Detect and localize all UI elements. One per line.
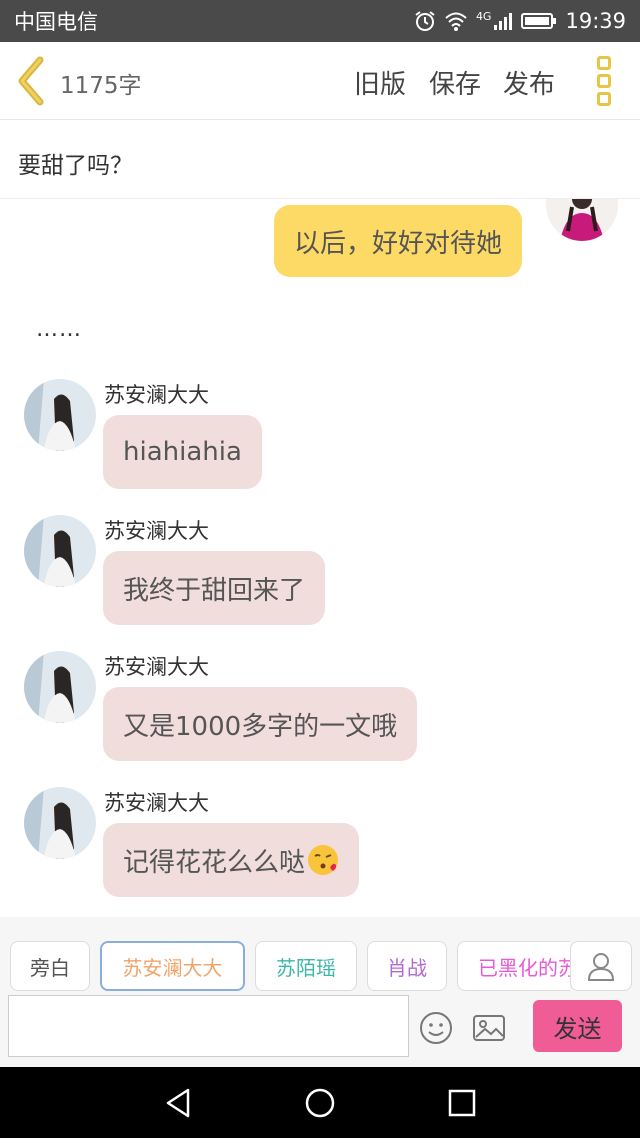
battery-icon bbox=[521, 13, 557, 29]
composer-panel: 旁白 苏安澜大大 苏陌瑶 肖战 已黑化的苏 发送 bbox=[0, 917, 640, 1067]
image-icon bbox=[473, 1015, 505, 1041]
role-tab-narrator[interactable]: 旁白 bbox=[10, 941, 90, 991]
chevron-left-icon bbox=[18, 56, 44, 106]
speaker-name: 苏安澜大大 bbox=[104, 791, 209, 815]
role-tab-label: 旁白 bbox=[30, 955, 70, 980]
message-text: 以后，好好对待她 bbox=[294, 228, 503, 259]
word-count: 1175字 bbox=[60, 73, 142, 99]
smiley-icon bbox=[420, 1012, 452, 1044]
message-text: 我终于甜回来了 bbox=[123, 575, 306, 606]
wifi-icon bbox=[445, 12, 467, 31]
alarm-icon bbox=[415, 11, 435, 31]
message-text: 又是1000多字的一文哦 bbox=[123, 711, 398, 742]
message-bubble[interactable]: 以后，好好对待她 bbox=[274, 205, 523, 277]
avatar[interactable] bbox=[24, 379, 96, 451]
send-button[interactable]: 发送 bbox=[533, 1000, 622, 1052]
home-circle-icon[interactable] bbox=[302, 1085, 338, 1121]
chat-area[interactable]: 以后，好好对待她 …… 苏安澜大大 hiahiahia 苏安澜大大 我终于甜回来… bbox=[0, 199, 640, 917]
menu-dot-icon bbox=[597, 56, 611, 70]
message-bubble[interactable]: hiahiahia bbox=[103, 415, 262, 489]
role-tab-label: 已黑化的苏 bbox=[478, 955, 570, 980]
avatar[interactable] bbox=[24, 787, 96, 859]
narration-text[interactable]: …… bbox=[36, 317, 82, 342]
editor-header: 1175字 旧版 保存 发布 bbox=[0, 42, 640, 120]
role-tab-label: 肖战 bbox=[387, 955, 427, 980]
menu-dot-icon bbox=[597, 92, 611, 106]
image-button[interactable] bbox=[472, 1011, 506, 1045]
emoji-button[interactable] bbox=[419, 1011, 453, 1045]
role-tab-su-moyao[interactable]: 苏陌瑶 bbox=[255, 941, 357, 991]
role-tab-corrupted-su[interactable]: 已黑化的苏 bbox=[457, 941, 570, 991]
back-triangle-icon[interactable] bbox=[160, 1085, 196, 1121]
message-input[interactable] bbox=[8, 995, 409, 1057]
role-tab-label: 苏安澜大大 bbox=[122, 955, 223, 980]
avatar bbox=[546, 199, 618, 241]
clock: 19:39 bbox=[565, 9, 626, 33]
person-icon bbox=[587, 953, 615, 981]
publish-button[interactable]: 发布 bbox=[503, 64, 555, 101]
story-title[interactable]: 要甜了吗？ bbox=[0, 121, 640, 199]
navigation-bar bbox=[0, 1067, 640, 1138]
carrier-label: 中国电信 bbox=[14, 10, 98, 34]
old-version-button[interactable]: 旧版 bbox=[354, 64, 406, 101]
status-bar: 中国电信 4G 19:39 bbox=[0, 0, 640, 42]
speaker-name: 苏安澜大大 bbox=[104, 519, 209, 543]
message-bubble[interactable]: 记得花花么么哒 bbox=[103, 823, 360, 897]
message-bubble[interactable]: 又是1000多字的一文哦 bbox=[103, 687, 418, 761]
role-tabs: 旁白 苏安澜大大 苏陌瑶 肖战 已黑化的苏 bbox=[10, 941, 570, 993]
role-tab-su-anlan[interactable]: 苏安澜大大 bbox=[100, 941, 245, 991]
back-button[interactable] bbox=[14, 56, 54, 106]
role-tab-xiao-zhan[interactable]: 肖战 bbox=[367, 941, 447, 991]
speaker-name: 苏安澜大大 bbox=[104, 383, 209, 407]
network-label: 4G bbox=[475, 9, 492, 23]
speaker-name: 苏安澜大大 bbox=[104, 655, 209, 679]
signal-icon bbox=[494, 13, 513, 30]
menu-dot-icon bbox=[597, 74, 611, 88]
more-menu-button[interactable] bbox=[594, 56, 614, 106]
role-tab-label: 苏陌瑶 bbox=[276, 955, 336, 980]
avatar[interactable] bbox=[24, 515, 96, 587]
message-bubble[interactable]: 我终于甜回来了 bbox=[103, 551, 326, 625]
manage-roles-button[interactable] bbox=[570, 941, 632, 991]
message-text: 记得花花么么哒 bbox=[123, 847, 306, 878]
kissing-face-emoji-icon bbox=[308, 845, 339, 875]
recents-square-icon[interactable] bbox=[444, 1085, 480, 1121]
save-button[interactable]: 保存 bbox=[429, 64, 481, 101]
message-text: hiahiahia bbox=[123, 437, 242, 467]
avatar[interactable] bbox=[24, 651, 96, 723]
